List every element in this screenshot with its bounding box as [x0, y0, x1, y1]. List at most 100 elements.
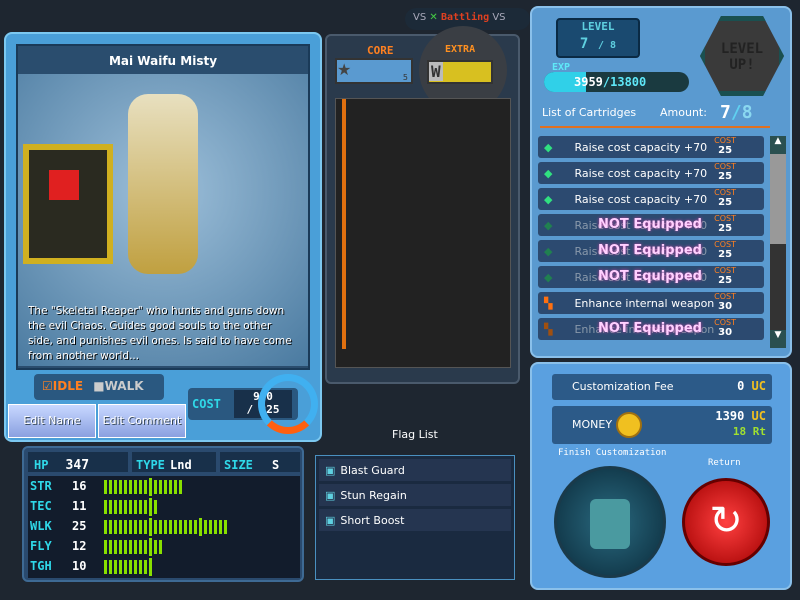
cartridge-name: Raise cost capacity +70	[574, 166, 708, 180]
amount-current: 7	[720, 102, 731, 123]
flag-item: ▣ Stun Regain	[319, 484, 511, 506]
stat-bar-segment	[139, 519, 142, 534]
cartridge-item[interactable]: ◆ Raise cost capacity +70 COST 25	[538, 162, 764, 184]
amount-label: Amount:	[660, 106, 707, 119]
stat-bar-segment	[104, 559, 107, 574]
stat-row-fly: FLY 12	[28, 536, 300, 556]
stat-bar-segment	[154, 479, 157, 494]
robot-view: Mai Waifu Misty The "Skeletal Reaper" wh…	[16, 44, 310, 370]
stat-bar-segment	[129, 539, 132, 554]
size-value: S	[272, 458, 280, 472]
stat-label: WLK	[30, 519, 52, 533]
size-field: SIZE S	[220, 452, 300, 472]
edit-name-button[interactable]: Edit Name	[8, 404, 96, 438]
return-arrow-icon: ↻	[709, 498, 743, 544]
cartridge-cost: 25	[718, 171, 733, 182]
stat-bar-segment	[214, 519, 217, 534]
cost-label: COST	[714, 266, 736, 275]
money-uc: 1390	[715, 409, 745, 423]
stat-bar-segment	[139, 499, 142, 514]
walk-label: WALK	[104, 379, 144, 393]
exp-bar: 3959/13800	[544, 72, 689, 92]
cartridge-scrollbar[interactable]: ▲ ▼	[770, 136, 786, 348]
scroll-thumb[interactable]	[770, 154, 786, 244]
stat-bar-segment	[169, 519, 172, 534]
cartridge-icon: ◆	[544, 192, 553, 206]
cartridge-cost: 25	[718, 145, 733, 156]
edit-comment-button[interactable]: Edit Comment	[98, 404, 186, 438]
stat-bar-segment	[144, 499, 147, 514]
stat-bar-segment	[179, 479, 182, 494]
not-equipped-label: NOT Equipped	[598, 321, 702, 336]
cartridge-item[interactable]: ◆ Raise cost capacity +70 COST 25 NOT Equipp…	[538, 266, 764, 288]
level-current: 7	[579, 36, 589, 52]
cartridge-item[interactable]: ◆ Raise cost capacity +70 COST 25 NOT Equipp…	[538, 214, 764, 236]
animation-toggle: ☑IDLE ■WALK	[34, 374, 164, 400]
weapon-icon: W	[429, 62, 443, 81]
stat-bar-segment	[149, 477, 152, 496]
hp-field: HP 347	[28, 452, 128, 473]
stat-bar-segment	[199, 517, 202, 536]
customization-fee: Customization Fee 0 UC	[552, 374, 772, 400]
stat-bar-segment	[209, 519, 212, 534]
stat-bar-segment	[109, 519, 112, 534]
stat-bar-segment	[134, 519, 137, 534]
stat-row-tec: TEC 11	[28, 496, 300, 516]
scroll-up-icon[interactable]: ▲	[770, 136, 786, 154]
stat-bar-segment	[139, 539, 142, 554]
idle-label: IDLE	[52, 379, 84, 393]
money-rt: 18	[732, 425, 747, 438]
cartridge-item[interactable]: ▚ Enhance internal weapon COST 30 NOT Equipp…	[538, 318, 764, 340]
level-up-button[interactable]: LEVEL UP!	[700, 16, 784, 96]
cartridge-cost: 25	[718, 249, 733, 260]
stat-bar-segment	[119, 539, 122, 554]
scroll-down-icon[interactable]: ▼	[770, 330, 786, 348]
flag-list-title: Flag List	[392, 428, 438, 441]
rt-unit: Rt	[752, 425, 766, 438]
gun-icon: ▚	[544, 296, 553, 310]
parts-tree[interactable]	[335, 98, 511, 368]
cost-label: COST	[714, 136, 736, 145]
stat-bar-segment	[124, 499, 127, 514]
stat-bar-segment	[104, 519, 107, 534]
stat-bar-segment	[134, 559, 137, 574]
core-part-slot[interactable]: ★ 5	[335, 58, 413, 84]
robot-icon	[590, 499, 630, 549]
cartridge-icon: ◆	[544, 166, 553, 180]
finish-customization-button[interactable]	[554, 466, 666, 578]
stat-label: TGH	[30, 559, 52, 573]
cartridge-cost: 25	[718, 223, 733, 234]
cartridge-list: ◆ Raise cost capacity +70 COST 25 ◆ Raise cos…	[532, 136, 792, 348]
stat-bar-segment	[134, 499, 137, 514]
cartridge-cost: 25	[718, 275, 733, 286]
cartridge-name: Raise cost capacity +70	[574, 192, 708, 206]
cartridges-title: List of Cartridges	[542, 106, 637, 119]
stat-bar-segment	[174, 519, 177, 534]
stat-bar-segment	[114, 499, 117, 514]
extra-part-slot[interactable]: W	[427, 60, 493, 84]
walk-checkbox[interactable]: ■WALK	[93, 379, 143, 393]
stat-bar-segment	[144, 479, 147, 494]
stat-row-wlk: WLK 25	[28, 516, 300, 536]
money-display: MONEY 1390 UC 18 Rt	[552, 406, 772, 444]
stat-row-tgh: TGH 10	[28, 556, 300, 576]
coin-icon	[616, 412, 642, 438]
stat-value: 11	[72, 499, 87, 513]
stat-bar-segment	[109, 539, 112, 554]
stat-bar-segment	[179, 519, 182, 534]
cartridge-item[interactable]: ◆ Raise cost capacity +70 COST 25	[538, 188, 764, 210]
stat-bar-segment	[114, 559, 117, 574]
cartridge-item[interactable]: ◆ Raise cost capacity +70 COST 25	[538, 136, 764, 158]
idle-checkbox[interactable]: ☑IDLE	[42, 379, 83, 393]
stat-bar-segment	[144, 559, 147, 574]
return-button[interactable]: ↻	[682, 478, 770, 566]
robot-description: The "Skeletal Reaper" who hunts and guns…	[28, 305, 292, 362]
cartridge-name: Raise cost capacity +70	[574, 140, 708, 154]
stat-value: 16	[72, 479, 87, 493]
stat-bar-segment	[159, 539, 162, 554]
cartridge-cost: 30	[718, 301, 733, 312]
money-label: MONEY	[572, 418, 613, 431]
cartridge-item[interactable]: ▚ Enhance internal weapon COST 30	[538, 292, 764, 314]
cartridge-item[interactable]: ◆ Raise cost capacity +70 COST 25 NOT Equipp…	[538, 240, 764, 262]
gun-icon: ▚	[544, 322, 553, 336]
